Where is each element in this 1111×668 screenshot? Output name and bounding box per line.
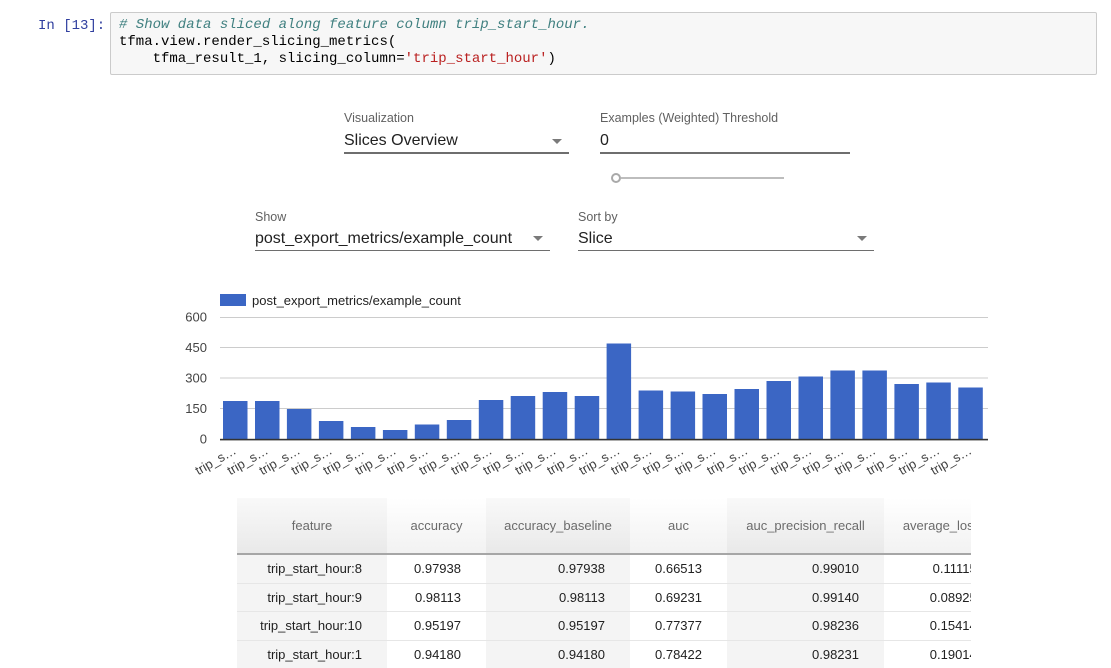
svg-text:600: 600 bbox=[185, 310, 207, 325]
svg-text:150: 150 bbox=[185, 401, 207, 416]
svg-text:300: 300 bbox=[185, 371, 207, 386]
svg-text:post_export_metrics/example_co: post_export_metrics/example_count bbox=[252, 293, 461, 308]
svg-text:0: 0 bbox=[200, 432, 207, 447]
svg-text:450: 450 bbox=[185, 340, 207, 355]
